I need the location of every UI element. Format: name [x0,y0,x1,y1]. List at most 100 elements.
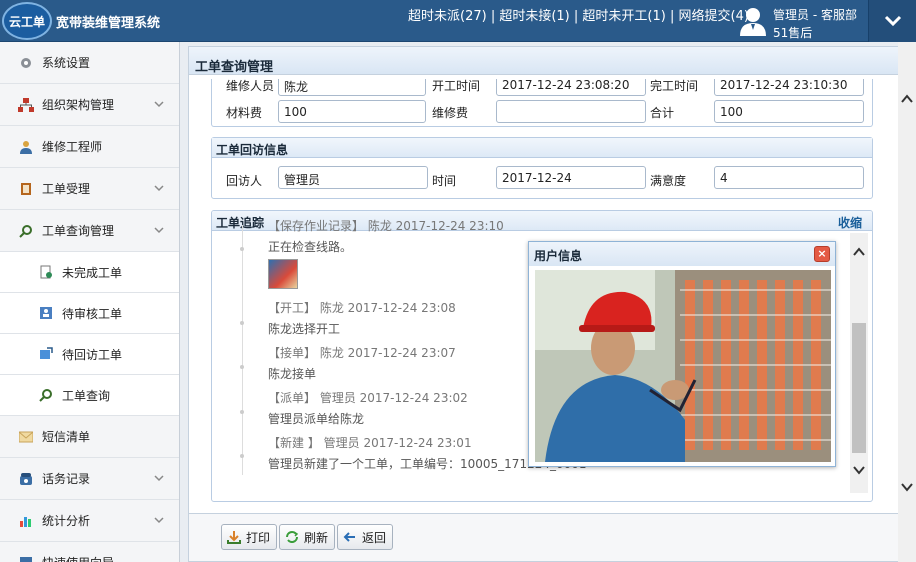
event-title: 【开工】 陈龙 2017-12-24 23:08 [268,301,456,315]
total-input[interactable]: 100 [714,100,864,123]
repair-person-label: 维修人员 [226,79,275,93]
alert-sep: | [486,9,500,24]
total-label: 合计 [650,106,675,120]
scroll-thumb[interactable] [852,323,866,453]
sidebar-item-label: 待审核工单 [62,306,123,321]
timeline-dot [240,247,244,251]
sidebar-item-label: 待回访工单 [62,347,123,362]
sidebar-item-unfinished-tickets[interactable]: 未完成工单 [0,252,179,293]
user-role: 管理员 - 客服部 [773,8,857,22]
sidebar-item-label: 短信清单 [42,430,91,444]
visit-title-text: 工单回访信息 [216,143,289,157]
sidebar-item-pending-review[interactable]: 待审核工单 [0,293,179,334]
back-button[interactable]: 返回 [337,524,394,550]
repair-fee-input[interactable] [496,100,646,123]
phone-icon [18,471,34,487]
sidebar-item-label: 工单查询 [62,388,111,403]
satisfaction-label: 满意度 [650,174,687,188]
work-photo-thumbnail[interactable] [268,259,298,289]
material-fee-input[interactable]: 100 [278,100,426,123]
timeline-dot [240,321,244,325]
scroll-up-icon[interactable] [901,94,913,104]
sidebar-item-label: 维修工程师 [42,140,103,154]
sidebar-item-system-settings[interactable]: 系统设置 [0,42,179,84]
tracking-title-text: 工单追踪 [216,216,265,230]
user-org: 51售后 [773,26,813,40]
timeline-dot [240,454,244,458]
technician-photo [535,270,831,462]
header-menu-toggle[interactable] [868,0,916,42]
start-time-field[interactable]: 2017-12-24 23:08:20 [496,79,646,96]
sms-icon [18,429,34,445]
refresh-button[interactable]: 刷新 [279,524,336,550]
close-icon[interactable]: × [814,246,830,262]
chevron-down-icon [154,517,164,524]
finish-time-field[interactable]: 2017-12-24 23:10:30 [714,79,864,96]
sidebar-item-ticket-query[interactable]: 工单查询 [0,375,179,416]
alert-sep: | [665,9,679,24]
engineer-icon [18,139,34,155]
app-logo: 云工单 [2,2,52,40]
visit-time-input[interactable]: 2017-12-24 [496,166,646,189]
sidebar-item-sms-list[interactable]: 短信清单 [0,416,179,458]
alert-unassigned[interactable]: 超时未派(27) [408,9,487,24]
collapse-link[interactable]: 收缩 [838,214,862,231]
search-icon [18,223,34,239]
alert-sep: | [569,9,583,24]
print-label: 打印 [246,530,271,545]
timeline-line [242,225,243,475]
alert-bar: 超时未派(27) | 超时未接(1) | 超时未开工(1) | 网络提交(4) [408,5,749,24]
review-icon [38,305,54,321]
sidebar-item-label: 组织架构管理 [42,98,115,112]
satisfaction-input[interactable]: 4 [714,166,864,189]
sidebar-item-org-structure[interactable]: 组织架构管理 [0,84,179,126]
page-scrollbar[interactable] [898,42,916,562]
timeline-event: 【派单】 管理员 2017-12-24 23:02 管理员派单给陈龙 [268,389,468,427]
search-icon [38,387,54,403]
gear-icon [18,55,34,71]
back-label: 返回 [362,530,387,545]
chevron-down-icon [884,15,901,27]
technician-photo-illustration [535,270,831,462]
visitor-label: 回访人 [226,174,263,188]
scroll-down-icon[interactable] [901,482,913,492]
sidebar-item-call-records[interactable]: 话务记录 [0,458,179,500]
alert-not-started[interactable]: 超时未开工(1) [582,9,665,24]
user-avatar-icon[interactable] [738,6,768,36]
sidebar-item-engineers[interactable]: 维修工程师 [0,126,179,168]
material-fee-label: 材料费 [226,106,263,120]
org-chart-icon [18,97,34,113]
print-button[interactable]: 打印 [221,524,278,550]
sidebar-item-pending-callback[interactable]: 待回访工单 [0,334,179,375]
timeline-event: 【开工】 陈龙 2017-12-24 23:08 陈龙选择开工 [268,299,456,337]
sidebar-item-label: 未完成工单 [62,265,123,280]
tracking-scrollbar[interactable] [850,233,868,493]
sidebar-item-quick-guide[interactable]: 快速使用向导 [0,542,179,562]
timeline-dot [240,365,244,369]
sidebar-item-statistics[interactable]: 统计分析 [0,500,179,542]
sidebar-item-label: 统计分析 [42,514,91,528]
refresh-icon [284,529,300,545]
timeline-event: 【保存作业记录】 陈龙 2017-12-24 23:10 正在检查线路。 [268,217,504,289]
visitor-input[interactable]: 管理员 [278,166,428,189]
sidebar-item-ticket-query-mgmt[interactable]: 工单查询管理 [0,210,179,252]
repair-fee-label: 维修费 [432,106,469,120]
alert-unaccepted[interactable]: 超时未接(1) [499,9,569,24]
ticket-icon [18,181,34,197]
finish-time-label: 完工时间 [650,79,699,93]
sidebar-item-ticket-intake[interactable]: 工单受理 [0,168,179,210]
scroll-up-icon[interactable] [853,247,865,257]
event-desc: 管理员派单给陈龙 [268,412,365,426]
user-info-popup: 用户信息 × [528,241,836,467]
unfinished-icon [38,264,54,280]
cost-section: 维修人员 陈龙 开工时间 2017-12-24 23:08:20 完工时间 20… [211,79,873,127]
scroll-down-icon[interactable] [853,465,865,475]
sidebar-item-label: 快速使用向导 [42,554,114,562]
back-arrow-icon [342,529,358,545]
popup-title: 用户信息 [534,249,583,263]
repair-person-field[interactable]: 陈龙 [278,79,426,96]
timeline-event: 【接单】 陈龙 2017-12-24 23:07 陈龙接单 [268,344,456,382]
event-desc: 陈龙接单 [268,367,317,381]
chevron-down-icon [154,101,164,108]
chevron-up-icon [154,227,164,234]
